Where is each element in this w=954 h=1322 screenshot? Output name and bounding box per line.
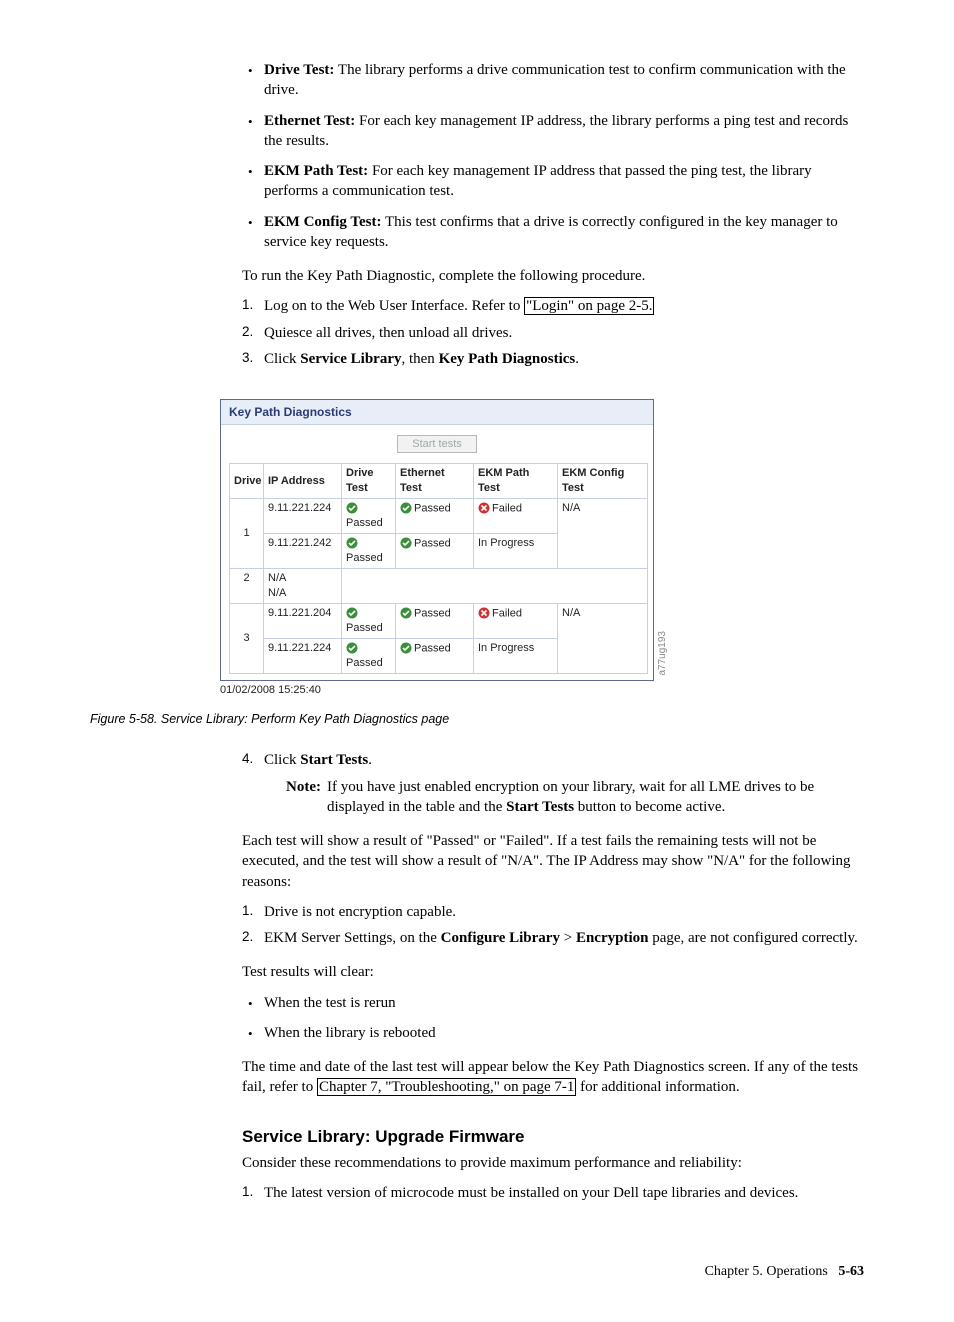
- figure-code: a77ug193: [656, 631, 670, 676]
- key-path-diagnostics-panel: Key Path Diagnostics Start tests Drive I…: [220, 399, 654, 681]
- service-library-bold: Service Library: [300, 351, 401, 367]
- step-4-list: Click Start Tests. Note: If you have jus…: [242, 750, 864, 817]
- th-drive-test: Drive Test: [342, 464, 396, 499]
- start-tests-button[interactable]: Start tests: [397, 435, 477, 453]
- panel-title: Key Path Diagnostics: [221, 400, 653, 425]
- troubleshooting-link[interactable]: Chapter 7, "Troubleshooting," on page 7-…: [317, 1078, 576, 1096]
- step-2: Quiesce all drives, then unload all driv…: [242, 323, 864, 343]
- table-row: 19.11.221.224PassedPassedFailedN/A: [230, 498, 648, 533]
- list-item: EKM Path Test: For each key management I…: [242, 161, 864, 202]
- section-title-upgrade-firmware: Service Library: Upgrade Firmware: [242, 1126, 864, 1149]
- table-row: 39.11.221.204PassedPassedFailedN/A: [230, 603, 648, 638]
- figure-caption: Figure 5-58. Service Library: Perform Ke…: [90, 711, 864, 728]
- footer-page-number: 5-63: [838, 1264, 864, 1279]
- step-1: Log on to the Web User Interface. Refer …: [242, 296, 864, 316]
- passed-icon: [346, 641, 360, 656]
- th-ip: IP Address: [264, 464, 342, 499]
- list-item: EKM Config Test: This test confirms that…: [242, 212, 864, 253]
- recommendation-1: The latest version of microcode must be …: [242, 1183, 864, 1203]
- firmware-recommendations: The latest version of microcode must be …: [242, 1183, 864, 1203]
- list-item: Ethernet Test: For each key management I…: [242, 111, 864, 152]
- list-item: When the library is rebooted: [242, 1023, 864, 1043]
- timestamp: 01/02/2008 15:25:40: [220, 683, 864, 698]
- failed-icon: [478, 606, 492, 621]
- note-label: Note:: [286, 777, 321, 818]
- diagnostics-table: Drive IP Address Drive Test Ethernet Tes…: [229, 463, 648, 673]
- results-clear-intro: Test results will clear:: [242, 962, 864, 982]
- passed-icon: [346, 501, 360, 516]
- results-clear-list: When the test is rerun When the library i…: [242, 993, 864, 1044]
- time-date-paragraph: The time and date of the last test will …: [242, 1057, 864, 1098]
- footer-chapter: Chapter 5. Operations: [705, 1264, 828, 1279]
- note-row: Note: If you have just enabled encryptio…: [286, 777, 864, 818]
- step-3: Click Service Library, then Key Path Dia…: [242, 349, 864, 369]
- note-body: If you have just enabled encryption on y…: [327, 777, 864, 818]
- run-procedure-steps: Log on to the Web User Interface. Refer …: [242, 296, 864, 369]
- login-link[interactable]: "Login" on page 2-5.: [524, 297, 654, 315]
- reason-2: EKM Server Settings, on the Configure Li…: [242, 928, 864, 948]
- table-row: 2N/AN/A: [230, 568, 648, 603]
- test-definitions-list: Drive Test: The library performs a drive…: [242, 60, 864, 252]
- th-ethernet-test: Ethernet Test: [396, 464, 474, 499]
- each-test-paragraph: Each test will show a result of "Passed"…: [242, 831, 864, 892]
- page-footer: Chapter 5. Operations 5-63: [90, 1263, 864, 1282]
- passed-icon: [400, 536, 414, 551]
- key-path-diagnostics-bold: Key Path Diagnostics: [439, 351, 576, 367]
- start-tests-bold: Start Tests: [300, 752, 368, 768]
- list-item: Drive Test: The library performs a drive…: [242, 60, 864, 101]
- firmware-intro: Consider these recommendations to provid…: [242, 1153, 864, 1173]
- passed-icon: [400, 641, 414, 656]
- passed-icon: [346, 606, 360, 621]
- list-item: When the test is rerun: [242, 993, 864, 1013]
- run-procedure-intro: To run the Key Path Diagnostic, complete…: [242, 266, 864, 286]
- step-1-text: Log on to the Web User Interface. Refer …: [264, 298, 524, 314]
- passed-icon: [400, 606, 414, 621]
- na-reasons-list: Drive is not encryption capable. EKM Ser…: [242, 902, 864, 949]
- failed-icon: [478, 501, 492, 516]
- reason-1: Drive is not encryption capable.: [242, 902, 864, 922]
- passed-icon: [400, 501, 414, 516]
- figure-wrap: Key Path Diagnostics Start tests Drive I…: [90, 399, 864, 697]
- th-ekm-path-test: EKM Path Test: [474, 464, 558, 499]
- passed-icon: [346, 536, 360, 551]
- step-4: Click Start Tests. Note: If you have jus…: [242, 750, 864, 817]
- th-drive: Drive: [230, 464, 264, 499]
- th-ekm-config-test: EKM Config Test: [558, 464, 648, 499]
